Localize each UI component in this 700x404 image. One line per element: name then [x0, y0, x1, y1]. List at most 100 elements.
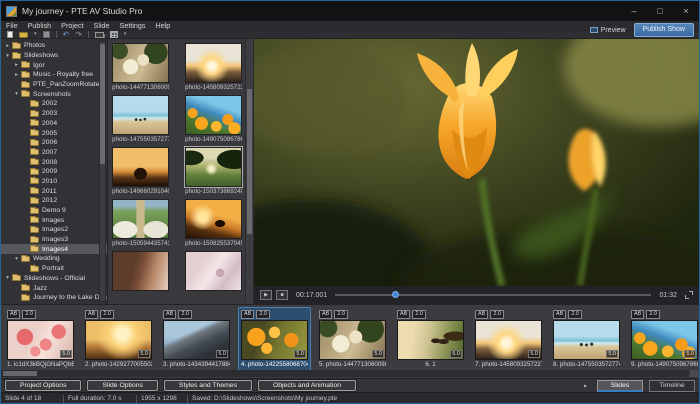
folder-tree-panel: ▸ Photos ▾ Slideshows ▸ Igor ▸ Music - Royal…	[1, 39, 109, 304]
file-thumbnail[interactable]: photo-1447713060098-...	[112, 43, 170, 92]
title-bar: My journey - PTE AV Studio Pro – □ ×	[1, 1, 699, 21]
filmstrip-slide[interactable]: AB2.0 5.0 7. photo-1458093257227-0f3...	[473, 308, 544, 371]
chevron-right-icon[interactable]: ▸	[13, 72, 20, 78]
maximize-button[interactable]: □	[647, 1, 673, 21]
tree-item[interactable]: 2003	[1, 109, 107, 119]
filmstrip-scrollbar-thumb[interactable]	[3, 371, 37, 376]
tree-item[interactable]: ▾ Slideshows	[1, 51, 107, 61]
file-thumbnail[interactable]: photo-1505944357431-...	[112, 199, 170, 248]
tree-item[interactable]: Images	[1, 215, 107, 225]
chevron-right-icon[interactable]: ▸	[4, 43, 11, 49]
folder-icon	[30, 177, 39, 185]
fullscreen-icon[interactable]	[685, 291, 693, 299]
tree-item[interactable]: PTE_PanZoomRotate	[1, 80, 107, 90]
tree-item[interactable]: ▸ Igor	[1, 60, 107, 70]
filmstrip-slide[interactable]: AB2.0 5.0 3. photo-1434394417884-0b0...	[161, 308, 232, 371]
filmstrip-slide[interactable]: AB2.0 5.0 5. photo-1447713060098-74c...	[317, 308, 388, 371]
seek-slider[interactable]	[335, 290, 652, 300]
chevron-down-icon[interactable]: ▾	[4, 275, 11, 281]
tree-item[interactable]: ▾ Screenshots	[1, 89, 107, 99]
tree-item[interactable]: ▾ Slideshows - Official	[1, 274, 107, 284]
tree-item[interactable]: 2004	[1, 119, 107, 129]
menu-file[interactable]: File	[6, 21, 18, 30]
file-thumbnail[interactable]: photo-1496602910407-...	[112, 147, 170, 196]
menu-settings[interactable]: Settings	[120, 21, 146, 30]
tree-item[interactable]: 2011	[1, 186, 107, 196]
file-list-panel: photo-1447713060098-... photo-1458093257…	[108, 39, 246, 304]
tree-item[interactable]: Jazz	[1, 283, 107, 293]
chevron-down-icon[interactable]: ▾	[13, 256, 20, 262]
open-dropdown-icon[interactable]: ▾	[34, 31, 37, 38]
file-thumbnail[interactable]: photo-1458093257227-...	[185, 43, 243, 92]
file-thumbnail[interactable]: photo-1475503572774-...	[112, 95, 170, 144]
files-scrollbar-thumb[interactable]	[247, 89, 253, 234]
file-thumbnail[interactable]: photo-1508255370454-...	[185, 199, 243, 248]
filmstrip-scrollbar[interactable]	[1, 370, 689, 377]
close-button[interactable]: ×	[673, 1, 699, 21]
chevron-down-icon[interactable]: ▾	[4, 53, 11, 59]
save-icon[interactable]	[42, 31, 50, 38]
filmstrip-slide-selected[interactable]: AB2.0 5.0 4. photo-1422558068704-1f8...	[239, 308, 310, 371]
tree-item[interactable]: 2002	[1, 99, 107, 109]
play-button[interactable]: ▶	[260, 290, 272, 300]
tree-item[interactable]: 2006	[1, 138, 107, 148]
chevron-down-icon[interactable]: ▾	[13, 91, 20, 97]
tree-item[interactable]: Journey to the Lake District	[1, 293, 107, 303]
tree-scrollbar[interactable]	[99, 41, 107, 302]
tree-item[interactable]: Images2	[1, 225, 107, 235]
project-options-button[interactable]: Project Options	[5, 380, 82, 391]
tree-item[interactable]: Demo 9	[1, 206, 107, 216]
filmstrip-slide[interactable]: AB 2.0 5.0 6. 1	[395, 308, 466, 371]
file-thumbnail[interactable]	[185, 251, 243, 300]
menu-slide[interactable]: Slide	[94, 21, 110, 30]
stop-button[interactable]: ■	[276, 290, 288, 300]
tree-item[interactable]: Images3	[1, 235, 107, 245]
filmstrip-slide[interactable]: AB2.0 5.0 8. photo-1475503572774-15a...	[551, 308, 622, 371]
file-thumbnail[interactable]: photo-1490750967868-...	[185, 95, 243, 144]
layout-grid-icon[interactable]	[109, 31, 118, 38]
tree-item[interactable]: ▾ Wedding	[1, 254, 107, 264]
tree-item[interactable]: 2005	[1, 128, 107, 138]
filmstrip-slide[interactable]: AB2.0 5.0 2. photo-1429277005502-eed...	[83, 308, 154, 371]
filmstrip-slide[interactable]: AB2.0 5.0 1. ic1dX3kBQjGNaPQbBXel_1...	[5, 308, 76, 371]
tree-item[interactable]: ▸ Music - Royalty free	[1, 70, 107, 80]
dual-monitor-icon[interactable]	[94, 31, 104, 38]
seek-thumb[interactable]	[392, 291, 400, 298]
tree-item[interactable]: 2010	[1, 177, 107, 187]
tree-item[interactable]: ▸ Photos	[1, 41, 107, 51]
current-time: 00:17.001	[296, 291, 328, 299]
menu-project[interactable]: Project	[61, 21, 83, 30]
tree-item[interactable]: 2012	[1, 196, 107, 206]
tree-item[interactable]: Portrait	[1, 264, 107, 274]
tree-scrollbar-thumb[interactable]	[100, 44, 106, 164]
open-folder-icon[interactable]	[19, 31, 28, 38]
filmstrip-slide[interactable]: AB2.0 5.0 9. photo-1490750967868-8...	[629, 308, 699, 371]
file-thumbnail-selected[interactable]: photo-1503738692489-...	[185, 147, 243, 196]
menu-help[interactable]: Help	[156, 21, 171, 30]
files-scrollbar[interactable]	[245, 39, 254, 304]
tree-item-selected[interactable]: Images4	[1, 244, 108, 255]
new-project-icon[interactable]	[7, 31, 13, 38]
objects-animation-button[interactable]: Objects and Animation	[257, 380, 356, 391]
preview-toggle[interactable]: Preview	[589, 27, 626, 34]
tree-item[interactable]: 2008	[1, 157, 107, 167]
duration-badge: 5.0	[216, 350, 228, 358]
undo-icon[interactable]: ↶	[63, 31, 70, 39]
styles-themes-button[interactable]: Styles and Themes	[163, 380, 252, 391]
tab-timeline[interactable]: Timeline	[649, 379, 695, 392]
chevron-right-icon[interactable]: ▸	[13, 62, 20, 68]
tree-item[interactable]: 2009	[1, 167, 107, 177]
redo-icon[interactable]: ↷	[75, 31, 82, 39]
folder-icon	[30, 99, 39, 107]
collapse-panel-icon[interactable]: ▴	[579, 382, 591, 389]
publish-show-button[interactable]: Publish Show	[633, 23, 694, 37]
folder-icon	[30, 119, 39, 127]
scroll-right-button[interactable]	[690, 370, 698, 377]
menu-publish[interactable]: Publish	[28, 21, 52, 30]
grid-dropdown-icon[interactable]: ▾	[124, 31, 127, 38]
tab-slides[interactable]: Slides	[597, 379, 643, 392]
slide-options-button[interactable]: Slide Options	[87, 380, 158, 391]
tree-item[interactable]: 2007	[1, 148, 107, 158]
minimize-button[interactable]: –	[621, 1, 647, 21]
file-thumbnail[interactable]	[112, 251, 170, 300]
